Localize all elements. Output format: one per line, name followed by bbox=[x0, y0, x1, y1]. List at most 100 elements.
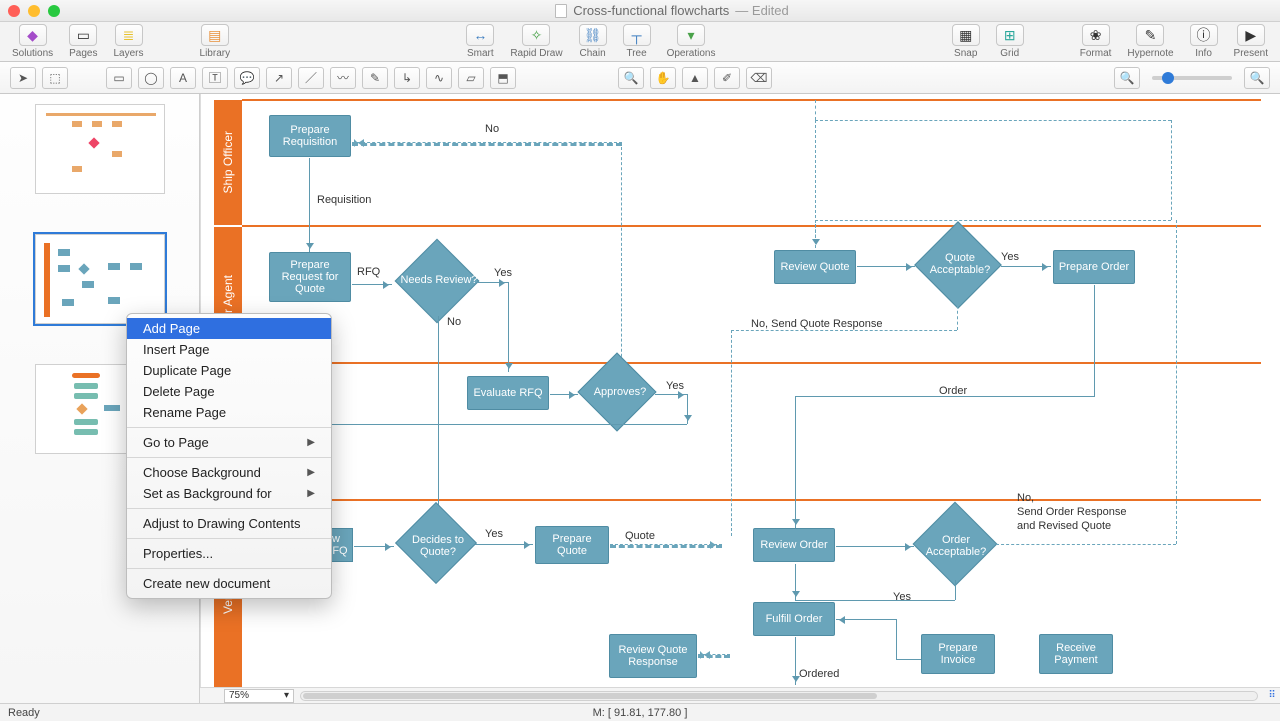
ctx-duplicate-page[interactable]: Duplicate Page bbox=[127, 360, 331, 381]
label-no-2: No bbox=[447, 316, 461, 328]
chevron-down-icon: ▾ bbox=[284, 690, 289, 701]
lane-ship-officer[interactable]: Ship Officer bbox=[214, 100, 242, 225]
maximize-icon[interactable] bbox=[48, 5, 60, 17]
label-yes-2: Yes bbox=[1001, 251, 1019, 263]
ctx-create-new-document[interactable]: Create new document bbox=[127, 573, 331, 594]
node-receive-payment[interactable]: Receive Payment bbox=[1039, 634, 1113, 674]
pointer-tool[interactable]: ➤ bbox=[10, 67, 36, 89]
horizontal-scrollbar[interactable] bbox=[300, 691, 1258, 701]
conn-no-to-rfq bbox=[438, 316, 439, 526]
node-prepare-quote[interactable]: Prepare Quote bbox=[535, 526, 609, 564]
eraser-tool[interactable]: ⌫ bbox=[746, 67, 772, 89]
main-toolbar: ◆Solutions ▭Pages ≣Layers ▤Library ↔Smar… bbox=[0, 22, 1280, 62]
status-bar: Ready M: [ 91.81, 177.80 ] bbox=[0, 703, 1280, 721]
zoom-tool[interactable]: 🔍 bbox=[618, 67, 644, 89]
text-tool[interactable]: A bbox=[170, 67, 196, 89]
minimize-icon[interactable] bbox=[28, 5, 40, 17]
conn-approves-yes bbox=[655, 394, 687, 395]
node-review-quote[interactable]: Review Quote bbox=[774, 250, 856, 284]
edited-indicator: — Edited bbox=[735, 3, 788, 18]
present-icon: ▶ bbox=[1245, 27, 1256, 44]
page-thumb-2[interactable] bbox=[35, 234, 165, 324]
info-icon: ⓘ bbox=[1197, 25, 1211, 45]
label-yes-4: Yes bbox=[485, 528, 503, 540]
ctx-delete-page[interactable]: Delete Page bbox=[127, 381, 331, 402]
eyedropper-tool[interactable]: ✐ bbox=[714, 67, 740, 89]
canvas-footer: 75%▾ ⠿ bbox=[200, 687, 1280, 703]
zoom-combo[interactable]: 75%▾ bbox=[224, 689, 294, 703]
resize-grip-icon[interactable]: ⠿ bbox=[1264, 690, 1280, 702]
present-button[interactable]: ▶Present bbox=[1226, 24, 1276, 59]
ctx-rename-page[interactable]: Rename Page bbox=[127, 402, 331, 423]
ctx-add-page[interactable]: Add Page bbox=[127, 318, 331, 339]
info-button[interactable]: ⓘInfo bbox=[1182, 24, 1226, 59]
node-quote-acc-label: Quote Acceptable? bbox=[917, 252, 1003, 276]
node-prepare-invoice[interactable]: Prepare Invoice bbox=[921, 634, 995, 674]
spline-tool[interactable]: ∿ bbox=[426, 67, 452, 89]
node-evaluate-rfq[interactable]: Evaluate RFQ bbox=[467, 376, 549, 410]
ellipse-tool[interactable]: ◯ bbox=[138, 67, 164, 89]
smart-button[interactable]: ↔Smart bbox=[458, 24, 502, 59]
label-ordered: Ordered bbox=[799, 668, 839, 680]
hypernote-icon: ✎ bbox=[1145, 27, 1157, 44]
node-prepare-order[interactable]: Prepare Order bbox=[1053, 250, 1135, 284]
ctx-go-to-page[interactable]: Go to Page▶ bbox=[127, 432, 331, 453]
pages-icon: ▭ bbox=[77, 27, 90, 44]
label-rfq: RFQ bbox=[357, 266, 380, 278]
hypernote-button[interactable]: ✎Hypernote bbox=[1119, 24, 1181, 59]
ctx-insert-page[interactable]: Insert Page bbox=[127, 339, 331, 360]
node-approves-label: Approves? bbox=[577, 386, 663, 398]
label-no-send-order: No, Send Order Response and Revised Quot… bbox=[1017, 492, 1126, 533]
zoom-in-button[interactable]: 🔍 bbox=[1244, 67, 1270, 89]
tree-button[interactable]: ┬Tree bbox=[615, 24, 659, 59]
snap-button[interactable]: ▦Snap bbox=[944, 24, 988, 59]
page-thumb-1[interactable] bbox=[35, 104, 165, 194]
node-fulfill-order[interactable]: Fulfill Order bbox=[753, 602, 835, 636]
node-prepare-requisition[interactable]: Prepare Requisition bbox=[269, 115, 351, 157]
rect-tool[interactable]: ▭ bbox=[106, 67, 132, 89]
label-yes-1: Yes bbox=[494, 267, 512, 279]
select-tool[interactable]: ⬚ bbox=[42, 67, 68, 89]
connector-tool[interactable]: ↳ bbox=[394, 67, 420, 89]
node-review-quote-response[interactable]: Review Quote Response bbox=[609, 634, 697, 678]
node-decides-label: Decides to Quote? bbox=[395, 534, 481, 558]
layers-icon: ≣ bbox=[123, 27, 135, 44]
line-tool[interactable]: ／ bbox=[298, 67, 324, 89]
conn-to-quote-acc bbox=[857, 266, 915, 267]
format-button[interactable]: ❀Format bbox=[1072, 24, 1120, 59]
pan-tool[interactable]: ✋ bbox=[650, 67, 676, 89]
chain-button[interactable]: ⛓Chain bbox=[571, 24, 615, 59]
container-tool[interactable]: ⬒ bbox=[490, 67, 516, 89]
curve-tool[interactable]: 〰 bbox=[330, 67, 356, 89]
secondary-toolbar: ➤ ⬚ ▭ ◯ A 🅃 💬 ↗ ／ 〰 ✎ ↳ ∿ ▱ ⬒ 🔍 ✋ ▲ ✐ ⌫ … bbox=[0, 62, 1280, 94]
canvas[interactable]: Ship Officer r Agent Vendor Prepare Requ… bbox=[200, 94, 1280, 703]
ctx-adjust-to-drawing-contents[interactable]: Adjust to Drawing Contents bbox=[127, 513, 331, 534]
pen-tool[interactable]: ✎ bbox=[362, 67, 388, 89]
layers-button[interactable]: ≣Layers bbox=[106, 24, 152, 59]
label-requisition: Requisition bbox=[317, 194, 371, 206]
format-icon: ❀ bbox=[1090, 27, 1102, 44]
conn-to-prep-order bbox=[1001, 266, 1051, 267]
rapid-draw-button[interactable]: ✧Rapid Draw bbox=[502, 24, 570, 59]
label-yes-5: Yes bbox=[893, 591, 911, 603]
close-icon[interactable] bbox=[8, 5, 20, 17]
node-prepare-rfq[interactable]: Prepare Request for Quote bbox=[269, 252, 351, 302]
arrow-tool[interactable]: ↗ bbox=[266, 67, 292, 89]
conn-no-back bbox=[352, 142, 622, 146]
textbox-tool[interactable]: 🅃 bbox=[202, 67, 228, 89]
library-button[interactable]: ▤Library bbox=[192, 24, 239, 59]
grid-button[interactable]: ⊞Grid bbox=[988, 24, 1032, 59]
node-review-order[interactable]: Review Order bbox=[753, 528, 835, 562]
stamp-tool[interactable]: ▲ bbox=[682, 67, 708, 89]
ctx-choose-background[interactable]: Choose Background▶ bbox=[127, 462, 331, 483]
zoom-out-button[interactable]: 🔍 bbox=[1114, 67, 1140, 89]
shape-tool[interactable]: ▱ bbox=[458, 67, 484, 89]
callout-tool[interactable]: 💬 bbox=[234, 67, 260, 89]
ctx-properties-[interactable]: Properties... bbox=[127, 543, 331, 564]
pages-button[interactable]: ▭Pages bbox=[61, 24, 105, 59]
zoom-slider[interactable] bbox=[1152, 76, 1232, 80]
ctx-set-as-background-for[interactable]: Set as Background for▶ bbox=[127, 483, 331, 504]
conn-yes-to-eval bbox=[508, 282, 509, 372]
solutions-button[interactable]: ◆Solutions bbox=[4, 24, 61, 59]
operations-button[interactable]: ▾Operations bbox=[659, 24, 724, 59]
